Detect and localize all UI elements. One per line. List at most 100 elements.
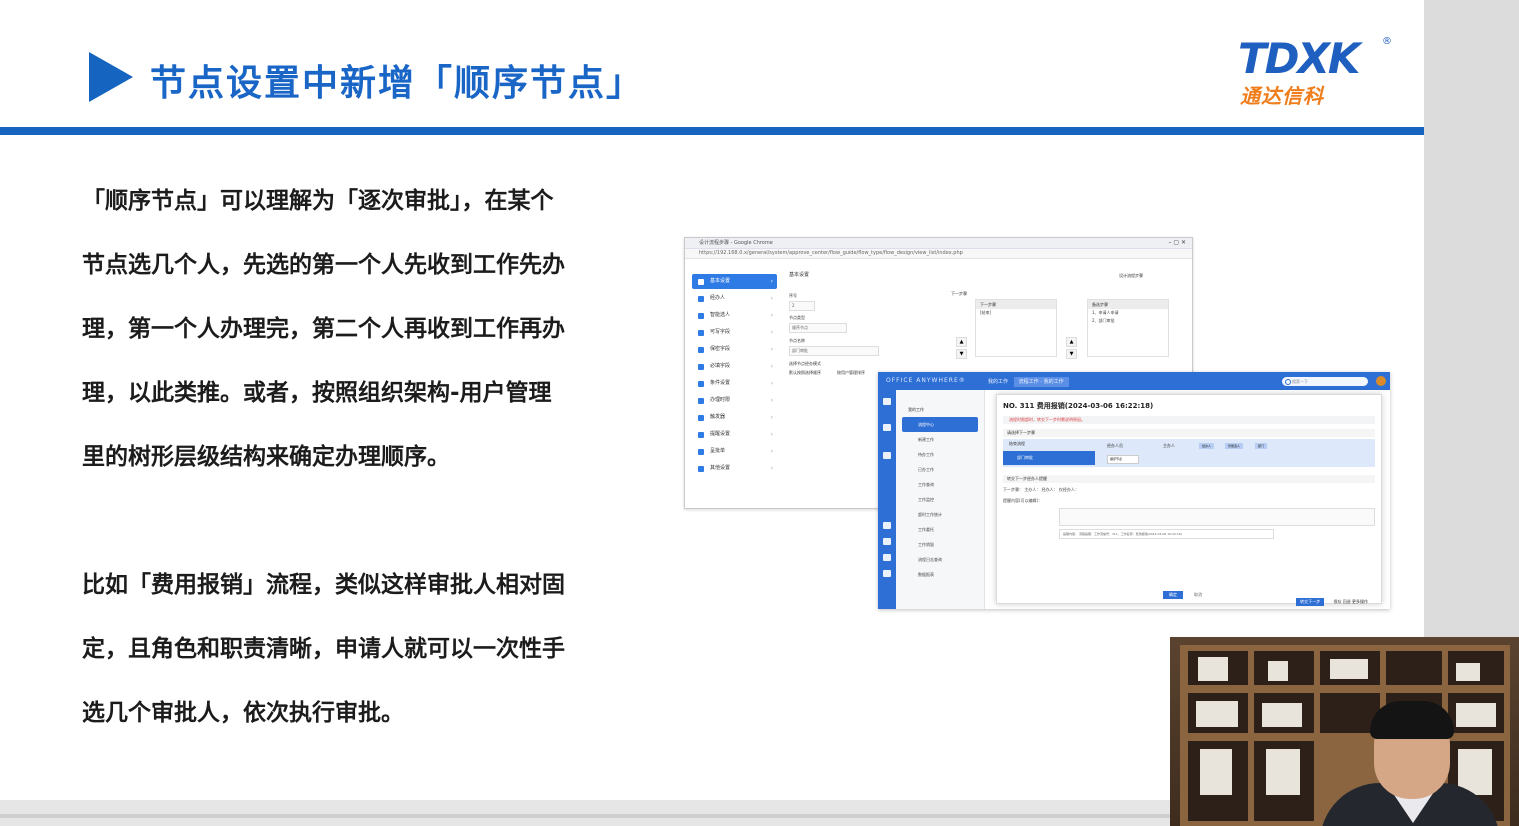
- chevron-right-icon: ›: [770, 397, 773, 404]
- chip-handler[interactable]: 经办人: [1199, 443, 1215, 449]
- selected-step[interactable]: 部门审批: [1003, 451, 1095, 465]
- sidebar-item-approval-form[interactable]: 呈批单 ›: [692, 444, 777, 459]
- shelf-item: [1456, 703, 1496, 727]
- nav-item-delegate[interactable]: 工作委托: [896, 522, 984, 537]
- handler-label: 经办人员: [1107, 443, 1123, 448]
- presenter-webcam: [1170, 637, 1519, 826]
- confirm-button[interactable]: 确定: [1163, 591, 1183, 599]
- sidebar-item-smart-select[interactable]: 智能选人 ›: [692, 308, 777, 323]
- sidebar-item-secret[interactable]: 保密字段 ›: [692, 342, 777, 357]
- paragraph-line: 定，且角色和职责清晰，申请人就可以一次性手: [82, 636, 565, 662]
- next-step-section: 请选择下一步骤: [1003, 429, 1375, 437]
- document-icon: [698, 347, 704, 353]
- notify-row: 下一步骤： 主办人： 经办人： 仅经办人：: [1003, 487, 1079, 492]
- user-icon[interactable]: [883, 554, 891, 561]
- oa-footer: 转交下一步 保存 回退 更多操作: [1296, 598, 1368, 606]
- chat-icon[interactable]: [883, 452, 891, 459]
- end-flow-option[interactable]: 结束流程: [1009, 441, 1025, 447]
- user-icon: [698, 296, 704, 302]
- notify-textarea[interactable]: [1059, 508, 1375, 526]
- folder-icon[interactable]: [883, 538, 891, 545]
- chevron-right-icon: ›: [770, 465, 773, 472]
- nav-item-destroy[interactable]: 工作销毁: [896, 537, 984, 552]
- form-header-right: 设计流程步骤: [1119, 273, 1143, 278]
- sidebar-item-writable[interactable]: 可写字段 ›: [692, 325, 777, 340]
- grid-icon[interactable]: [883, 398, 891, 405]
- chevron-right-icon: ›: [770, 431, 773, 438]
- phone-icon[interactable]: [883, 522, 891, 529]
- shelf-item: [1330, 659, 1368, 679]
- sidebar-item-condition[interactable]: 条件设置 ›: [692, 376, 777, 391]
- chip-dept[interactable]: 部门: [1255, 443, 1268, 449]
- paragraph-two: 比如「费用报销」流程，类似这样审批人相对固 定，且角色和职责清晰，申请人就可以一…: [82, 553, 652, 745]
- nav-item-timeout[interactable]: 超时工作统计: [896, 507, 984, 522]
- chip-smart[interactable]: 智能选人: [1225, 443, 1244, 449]
- cancel-button[interactable]: 取消: [1188, 591, 1208, 599]
- org-icon[interactable]: [883, 424, 891, 431]
- remove-step-button[interactable]: ▼: [1066, 349, 1077, 359]
- nav-item-query[interactable]: 工作查询: [896, 477, 984, 492]
- chevron-down-icon[interactable]: [883, 570, 891, 577]
- nav-item-monitor[interactable]: 工作监控: [896, 492, 984, 507]
- chevron-right-icon: ›: [770, 414, 773, 421]
- add-step-button[interactable]: ▲: [1066, 337, 1077, 347]
- paragraph-line: 比如「费用报销」流程，类似这样审批人相对固: [82, 572, 565, 598]
- move-up-button[interactable]: ▲: [956, 337, 967, 347]
- move-down-button[interactable]: ▼: [956, 349, 967, 359]
- notify-content-input[interactable]: 提醒内容： 流程提醒：工作流编号：311，工作名称：费用报销(2024-03-0…: [1059, 529, 1274, 539]
- browser-title-bar: 设计流程步骤 - Google Chrome: [685, 238, 1192, 249]
- footer-links[interactable]: 保存 回退 更多操作: [1333, 599, 1368, 604]
- oa-search-input[interactable]: 搜索一下: [1282, 377, 1368, 386]
- sidebar-item-basic[interactable]: 基本设置 ›: [692, 274, 777, 289]
- radio-select-order[interactable]: 默认按照选择顺序: [789, 370, 821, 376]
- browser-url-bar[interactable]: https://192.168.0.x/general/system/appro…: [685, 249, 1192, 259]
- sidebar-item-handler[interactable]: 经办人 ›: [692, 291, 777, 306]
- chevron-right-icon: ›: [770, 346, 773, 353]
- sidebar-item-deadline[interactable]: 办理时限 ›: [692, 393, 777, 408]
- nav-item-flow-center[interactable]: 流程中心: [902, 417, 978, 432]
- shelf-item: [1266, 749, 1300, 795]
- step-no-input[interactable]: 2: [789, 301, 815, 311]
- candidate-step-list[interactable]: 备选步骤 1、申请人申请 2、部门审批: [1087, 299, 1169, 357]
- nav-item-todo[interactable]: 待办工作: [896, 447, 984, 462]
- list-icon: [698, 466, 704, 472]
- chevron-right-icon: ›: [770, 448, 773, 455]
- avatar[interactable]: [1376, 376, 1386, 386]
- title-rule: [0, 127, 1424, 135]
- paragraph-line: 「顺序节点」可以理解为「逐次审批」，在某个: [82, 188, 554, 214]
- sidebar-item-reminder[interactable]: 提醒设置 ›: [692, 427, 777, 442]
- step-type-label: 节点类型: [789, 315, 805, 320]
- tab-my-work[interactable]: 我的工作: [988, 379, 1008, 385]
- oa-icon-rail: [878, 390, 896, 609]
- sidebar-item-trigger[interactable]: 触发器 ›: [692, 410, 777, 425]
- radio-user-order[interactable]: 按用户管理排序: [837, 370, 865, 376]
- lock-icon: [698, 364, 704, 370]
- oa-nav-menu: 我的工作 流程中心 新建工作 待办工作 已办工作 工作查询 工作监控 超时工作统…: [896, 390, 985, 609]
- chevron-right-icon: ›: [770, 312, 773, 319]
- next-step-label: 下一步骤: [951, 291, 967, 296]
- paragraph-one: 「顺序节点」可以理解为「逐次审批」，在某个 节点选几个人，先选的第一个人先收到工…: [82, 169, 652, 489]
- step-name-input[interactable]: 部门审批: [789, 346, 879, 356]
- step-type-select[interactable]: 顺序节点: [789, 323, 847, 333]
- step-selection: 结束流程 部门审批 经办人员 主办人 经办人 智能选人 部门 顺序节点: [1003, 439, 1375, 467]
- nav-item-report[interactable]: 数据报表: [896, 567, 984, 582]
- chevron-right-icon: ›: [770, 278, 773, 285]
- nav-item-log[interactable]: 流程日志查询: [896, 552, 984, 567]
- window-controls[interactable]: – ▢ ✕: [1168, 239, 1186, 246]
- sidebar-item-required[interactable]: 必填字段 ›: [692, 359, 777, 374]
- shelf-cell: [1386, 651, 1442, 685]
- nav-item-new-work[interactable]: 新建工作: [896, 432, 984, 447]
- office-anywhere-screenshot: OFFICE ANYWHERE® 我的工作 流程工作 - 我的工作 搜索一下 我…: [878, 372, 1390, 609]
- paragraph-line: 理，以此类推。或者，按照组织架构-用户管理: [82, 380, 552, 406]
- chevron-right-icon: ›: [770, 363, 773, 370]
- play-icon: [89, 52, 133, 102]
- next-step-list[interactable]: 下一步骤 [结束]: [975, 299, 1057, 357]
- order-mode-field[interactable]: 顺序节点: [1107, 455, 1139, 464]
- company-logo: TDXK ® 通达信科: [1238, 36, 1392, 109]
- tab-flow-work[interactable]: 流程工作 - 我的工作: [1013, 377, 1069, 387]
- nav-item-my-work[interactable]: 我的工作: [896, 402, 984, 417]
- sidebar-item-other[interactable]: 其他设置 ›: [692, 461, 777, 476]
- nav-item-done[interactable]: 已办工作: [896, 462, 984, 477]
- presenter-hair: [1370, 701, 1454, 739]
- transfer-next-button[interactable]: 转交下一步: [1296, 598, 1325, 606]
